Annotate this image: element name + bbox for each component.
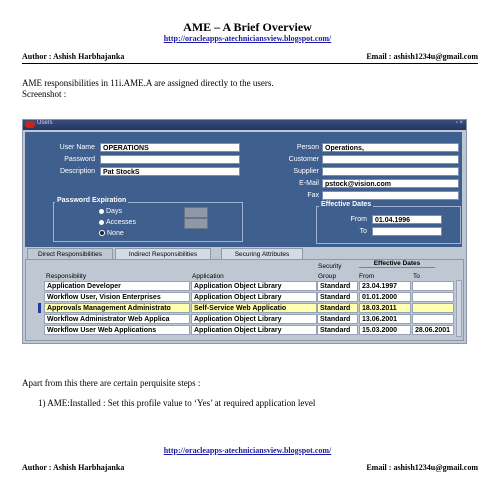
grid-cell-from[interactable]: 15.03.2000	[359, 325, 411, 335]
to-label: To	[359, 228, 367, 235]
grid-scrollbar[interactable]	[456, 280, 462, 337]
radio-accesses-label: Accesses	[106, 219, 136, 226]
col-from: From	[359, 273, 375, 280]
from-label: From	[350, 216, 367, 223]
radio-days[interactable]: Days	[99, 208, 122, 215]
person-label: Person	[296, 144, 319, 151]
step-1: 1) AME:Installed : Set this profile valu…	[38, 398, 316, 408]
radio-accesses[interactable]: Accesses	[99, 219, 136, 226]
accesses-value-field[interactable]	[184, 218, 208, 229]
password-label: Password	[64, 156, 95, 163]
tab-direct-responsibilities[interactable]: Direct Responsibilities	[27, 248, 113, 259]
header-link[interactable]: http://oracleapps-atechniciansview.blogs…	[0, 34, 495, 43]
header-rule	[22, 63, 478, 64]
intro-line-2: Screenshot :	[22, 89, 67, 99]
grid-cell-responsibility[interactable]: Approvals Management Administrato	[44, 303, 190, 313]
grid-cell-to[interactable]: 28.06.2001	[412, 325, 454, 335]
col-responsibility: Responsibility	[46, 273, 87, 280]
customer-label: Customer	[288, 156, 319, 163]
password-expiration-group	[53, 202, 243, 242]
users-form-screenshot: Users ▫ × User Name Password Description…	[22, 119, 467, 344]
grid-cell-security[interactable]: Standard	[317, 314, 358, 324]
fax-field[interactable]	[322, 191, 459, 200]
grid-cell-responsibility[interactable]: Workflow User Web Applications	[44, 325, 190, 335]
grid-cell-application[interactable]: Application Object Library	[191, 325, 317, 335]
grid-cell-from[interactable]: 23.04.1997	[359, 281, 411, 291]
window-controls-icon[interactable]: ▫ ×	[456, 120, 463, 126]
responsibilities-grid: Security Effective Dates Responsibility …	[25, 259, 464, 341]
col-to: To	[413, 273, 420, 280]
password-field[interactable]	[100, 155, 240, 164]
radio-icon	[99, 219, 104, 225]
fax-label: Fax	[307, 192, 319, 199]
grid-cell-security[interactable]: Standard	[317, 325, 358, 335]
footer-email: Email : ashish1234u@gmail.com	[366, 463, 478, 472]
effective-dates-title: Effective Dates	[319, 201, 374, 208]
grid-cell-application[interactable]: Application Object Library	[191, 314, 317, 324]
grid-cell-application[interactable]: Self-Service Web Applicatio	[191, 303, 317, 313]
oracle-logo-icon	[25, 121, 35, 128]
after-text: Apart from this there are certain perqui…	[22, 378, 201, 388]
supplier-field[interactable]	[322, 167, 459, 176]
user-header-panel: User Name Password Description OPERATION…	[25, 132, 462, 247]
effective-to-field[interactable]	[372, 227, 442, 236]
effective-from-field[interactable]: 01.04.1996	[372, 215, 442, 224]
col-security-bottom: Group	[318, 273, 337, 280]
radio-none-label: None	[107, 230, 124, 237]
grid-cell-to[interactable]	[412, 292, 454, 302]
radio-selected-icon	[99, 230, 105, 237]
description-label: Description	[59, 168, 95, 175]
grid-cell-responsibility[interactable]: Workflow User, Vision Enterprises	[44, 292, 190, 302]
col-application: Application	[192, 273, 224, 280]
grid-cell-to[interactable]	[412, 281, 454, 291]
user-name-label: User Name	[59, 144, 95, 151]
description-field[interactable]: Pat StockS	[100, 167, 240, 176]
customer-field[interactable]	[322, 155, 459, 164]
email-label: E-Mail	[299, 180, 319, 187]
password-expiration-title: Password Expiration	[55, 197, 129, 204]
person-field[interactable]: Operations,	[322, 143, 459, 152]
grid-cell-responsibility[interactable]: Workflow Administrator Web Applica	[44, 314, 190, 324]
radio-icon	[99, 208, 104, 214]
effective-dates-group	[316, 206, 461, 244]
user-name-field[interactable]: OPERATIONS	[100, 143, 240, 152]
grid-cell-security[interactable]: Standard	[317, 281, 358, 291]
grid-cell-to[interactable]	[412, 314, 454, 324]
radio-none[interactable]: None	[99, 230, 124, 237]
grid-cell-to[interactable]	[412, 303, 454, 313]
intro-line-1: AME responsibilities in 11i.AME.A are as…	[22, 78, 274, 88]
window-titlebar: Users ▫ ×	[23, 120, 466, 130]
footer-author: Author : Ashish Harbhajanka	[22, 463, 125, 472]
grid-cell-from[interactable]: 18.03.2011	[359, 303, 411, 313]
document-title: AME – A Brief Overview	[183, 20, 312, 34]
window-title: Users	[37, 120, 53, 126]
grid-cell-from[interactable]: 13.06.2001	[359, 314, 411, 324]
current-row-marker	[38, 303, 41, 313]
footer-link[interactable]: http://oracleapps-atechniciansview.blogs…	[0, 446, 495, 455]
grid-cell-from[interactable]: 01.01.2000	[359, 292, 411, 302]
grid-cell-responsibility[interactable]: Application Developer	[44, 281, 190, 291]
header-email: Email : ashish1234u@gmail.com	[366, 52, 478, 61]
grid-cell-application[interactable]: Application Object Library	[191, 281, 317, 291]
col-effective-dates: Effective Dates	[359, 260, 435, 268]
col-security-top: Security	[318, 263, 342, 270]
days-value-field[interactable]	[184, 207, 208, 218]
grid-cell-security[interactable]: Standard	[317, 292, 358, 302]
grid-cell-security[interactable]: Standard	[317, 303, 358, 313]
grid-cell-application[interactable]: Application Object Library	[191, 292, 317, 302]
header-author: Author : Ashish Harbhajanka	[22, 52, 125, 61]
radio-days-label: Days	[106, 208, 122, 215]
tab-securing-attributes[interactable]: Securing Attributes	[221, 248, 303, 259]
tab-indirect-responsibilities[interactable]: Indirect Responsibilities	[115, 248, 211, 259]
email-field[interactable]: pstock@vision.com	[322, 179, 459, 188]
supplier-label: Supplier	[293, 168, 319, 175]
